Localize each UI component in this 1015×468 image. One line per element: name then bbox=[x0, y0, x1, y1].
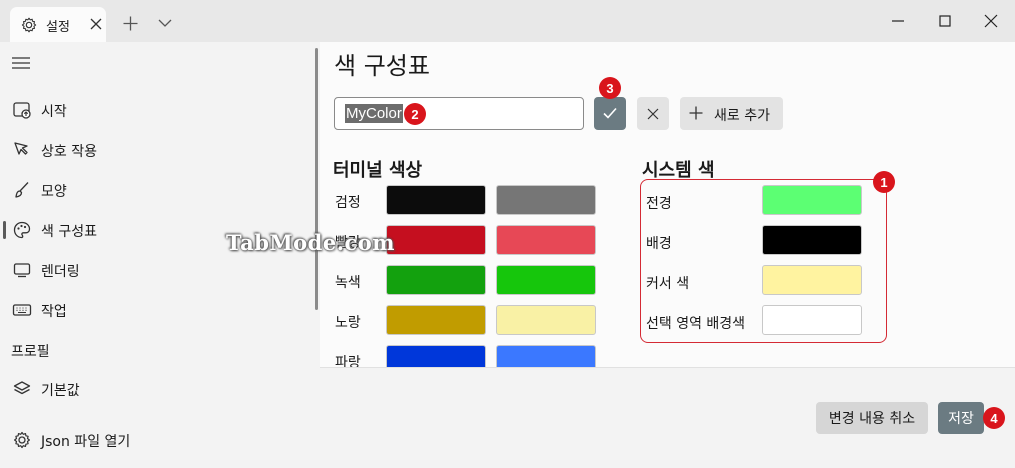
sidebar-item-interaction[interactable]: 상호 작용 bbox=[0, 132, 316, 168]
hamburger-menu-icon[interactable] bbox=[12, 56, 30, 70]
swatch-black[interactable] bbox=[386, 185, 486, 215]
step-marker-1: 1 bbox=[873, 171, 895, 193]
step-marker-4: 4 bbox=[983, 407, 1005, 429]
sidebar-item-label: 렌더링 bbox=[41, 264, 80, 280]
brush-icon bbox=[15, 182, 29, 198]
keyboard-icon bbox=[12, 304, 32, 316]
sidebar-item-label: 작업 bbox=[41, 304, 67, 320]
swatch-yellow[interactable] bbox=[386, 305, 486, 335]
terminal-colors-heading: 터미널 색상 bbox=[333, 160, 423, 181]
sidebar-item-launch[interactable]: 시작 bbox=[0, 92, 316, 128]
watermark-text: TabMode.com bbox=[226, 230, 396, 255]
system-color-label-background: 배경 bbox=[646, 236, 672, 252]
swatch-bright-black[interactable] bbox=[496, 185, 596, 215]
sidebar-item-label: Json 파일 열기 bbox=[41, 434, 131, 450]
sidebar-item-label: 기본값 bbox=[41, 383, 80, 399]
sidebar-scrollbar[interactable] bbox=[315, 48, 318, 310]
sidebar-item-defaults[interactable]: 기본값 bbox=[0, 371, 316, 407]
swatch-bright-yellow[interactable] bbox=[496, 305, 596, 335]
sidebar-item-open-json[interactable]: Json 파일 열기 bbox=[0, 422, 316, 458]
swatch-red[interactable] bbox=[386, 225, 486, 255]
add-new-button[interactable]: 새로 추가 bbox=[680, 97, 783, 130]
swatch-foreground[interactable] bbox=[762, 185, 862, 215]
maximize-icon[interactable] bbox=[938, 14, 952, 28]
swatch-bright-red[interactable] bbox=[496, 225, 596, 255]
color-label-yellow: 노랑 bbox=[335, 315, 361, 331]
system-color-label-selection: 선택 영역 배경색 bbox=[646, 316, 746, 332]
save-button[interactable]: 저장 bbox=[938, 402, 984, 434]
close-icon[interactable] bbox=[90, 18, 102, 30]
tab-settings[interactable]: 설정 bbox=[10, 7, 106, 42]
gear-icon bbox=[14, 431, 30, 449]
swatch-selection-background[interactable] bbox=[762, 305, 862, 335]
divider bbox=[320, 367, 1015, 368]
sidebar-item-label: 색 구성표 bbox=[41, 224, 97, 240]
sidebar-item-label: 상호 작용 bbox=[41, 144, 97, 160]
window-close-icon[interactable] bbox=[984, 14, 998, 28]
swatch-background[interactable] bbox=[762, 225, 862, 255]
step-marker-3: 3 bbox=[599, 77, 621, 99]
layers-icon bbox=[13, 381, 31, 395]
launch-icon bbox=[13, 102, 31, 119]
swatch-bright-green[interactable] bbox=[496, 265, 596, 295]
plus-icon[interactable] bbox=[123, 16, 138, 31]
scheme-name-input[interactable]: MyColor bbox=[334, 97, 584, 130]
system-color-label-cursor: 커서 색 bbox=[646, 276, 690, 292]
palette-icon bbox=[13, 221, 31, 239]
plus-icon bbox=[689, 106, 703, 120]
checkmark-icon bbox=[603, 107, 617, 119]
main-content: 색 구성표 MyColor 2 3 새로 추가 터미널 색상 검정 빨강 녹색 … bbox=[320, 42, 1015, 468]
sidebar-item-appearance[interactable]: 모양 bbox=[0, 172, 316, 208]
tab-label: 설정 bbox=[46, 20, 70, 35]
sidebar-item-label: 시작 bbox=[41, 104, 67, 120]
swatch-cursor[interactable] bbox=[762, 265, 862, 295]
sidebar-item-actions[interactable]: 작업 bbox=[0, 292, 316, 328]
cancel-rename-button[interactable] bbox=[637, 97, 669, 130]
title-bar: 설정 bbox=[0, 0, 1015, 42]
sidebar-item-rendering[interactable]: 렌더링 bbox=[0, 252, 316, 288]
sidebar-item-label: 모양 bbox=[41, 184, 67, 200]
discard-changes-button[interactable]: 변경 내용 취소 bbox=[816, 402, 928, 434]
color-label-green: 녹색 bbox=[335, 275, 361, 291]
color-label-black: 검정 bbox=[335, 195, 361, 211]
close-icon bbox=[647, 108, 659, 120]
chevron-down-icon[interactable] bbox=[158, 19, 172, 28]
swatch-green[interactable] bbox=[386, 265, 486, 295]
step-marker-2: 2 bbox=[404, 103, 426, 125]
system-color-label-foreground: 전경 bbox=[646, 196, 672, 212]
add-new-label: 새로 추가 bbox=[714, 108, 770, 124]
gear-icon bbox=[21, 17, 37, 33]
minimize-icon[interactable] bbox=[891, 14, 905, 28]
active-indicator bbox=[3, 221, 6, 239]
pointer-icon bbox=[14, 142, 28, 155]
sidebar: 시작 상호 작용 모양 색 구성표 렌더링 작업 프로필 기본값 Json 파일… bbox=[0, 42, 320, 468]
selected-text: MyColor bbox=[345, 104, 403, 123]
page-title: 색 구성표 bbox=[334, 52, 430, 80]
profiles-section-label: 프로필 bbox=[11, 344, 50, 360]
monitor-icon bbox=[13, 263, 31, 278]
accept-rename-button[interactable] bbox=[594, 97, 626, 130]
